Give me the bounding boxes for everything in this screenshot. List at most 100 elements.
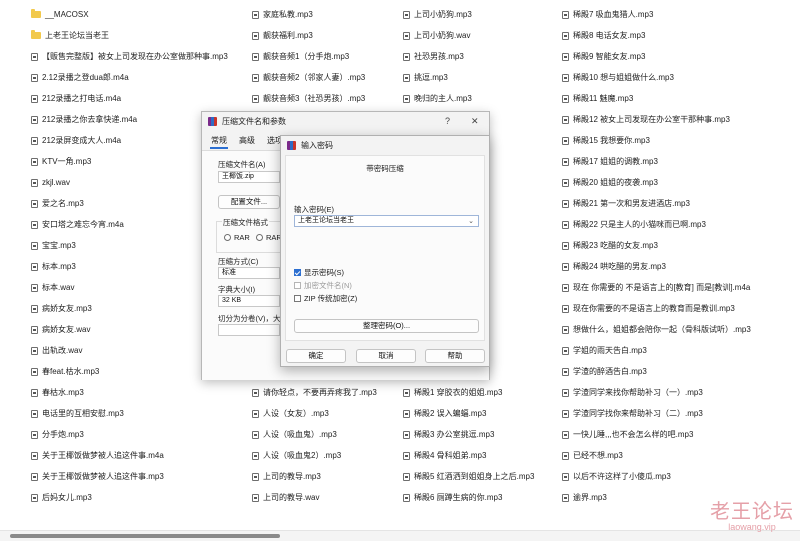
- audio-file-icon: [562, 178, 569, 187]
- file-item[interactable]: 学渣同学找你来帮助补习（二）.mp3: [562, 403, 800, 424]
- file-item[interactable]: 靓获音频1（分手炮.mp3: [252, 46, 400, 67]
- audio-file-icon: [562, 325, 569, 334]
- file-item[interactable]: 稀殿4 骨科姐弟.mp3: [403, 445, 563, 466]
- audio-file-icon: [252, 472, 259, 481]
- file-item[interactable]: 上司小奶狗.mp3: [403, 4, 563, 25]
- file-item[interactable]: 稀殿20 姐姐的夜袭.mp3: [562, 172, 800, 193]
- file-item[interactable]: 稀殿11 魅魔.mp3: [562, 88, 800, 109]
- file-item[interactable]: 稀殿17 姐姐的调教.mp3: [562, 151, 800, 172]
- file-item[interactable]: 学渣同学来找你帮助补习（一）.mp3: [562, 382, 800, 403]
- file-name: 家庭私教.mp3: [263, 10, 313, 19]
- help-icon[interactable]: ?: [445, 116, 450, 126]
- file-item[interactable]: 挑逗.mp3: [403, 67, 563, 88]
- file-item[interactable]: 稀殿12 被女上司发现在办公室干那种事.mp3: [562, 109, 800, 130]
- file-item[interactable]: 后妈女儿.mp3: [31, 487, 246, 508]
- dialog-title: 压缩文件名和参数: [222, 117, 286, 126]
- file-item[interactable]: 现在 你需要的 不是语言上的[教育] 而是[教训].m4a: [562, 277, 800, 298]
- file-item[interactable]: 上司的教导.wav: [252, 487, 400, 508]
- show-password-checkbox[interactable]: 显示密码(S): [294, 267, 344, 278]
- format-rar4-radio[interactable]: RAR: [256, 233, 282, 242]
- file-name: 人设（吸血鬼）.mp3: [263, 430, 337, 439]
- file-name: 春枯水.mp3: [42, 388, 84, 397]
- file-name: 标本.wav: [42, 283, 75, 292]
- organize-passwords-button[interactable]: 整理密码(O)...: [294, 319, 479, 333]
- dict-select[interactable]: 32 KB: [218, 295, 280, 307]
- close-icon[interactable]: ✕: [471, 116, 479, 127]
- cancel-button[interactable]: 取消: [356, 349, 416, 363]
- file-item[interactable]: 【贩售完整版】被女上司发现在办公室做那种事.mp3: [31, 46, 246, 67]
- file-item[interactable]: 分手炮.mp3: [31, 424, 246, 445]
- format-rar-radio[interactable]: RAR: [224, 233, 250, 242]
- file-item[interactable]: 电话里的互相安慰.mp3: [31, 403, 246, 424]
- file-item[interactable]: 稀殿2 误入蝙蝠.mp3: [403, 403, 563, 424]
- file-item[interactable]: 靓获福利.mp3: [252, 25, 400, 46]
- file-name: 稀殿20 姐姐的夜袭.mp3: [573, 178, 658, 187]
- file-item[interactable]: 人设（女友）.mp3: [252, 403, 400, 424]
- audio-file-icon: [31, 451, 38, 460]
- file-item[interactable]: 稀殿23 吃醋的女友.mp3: [562, 235, 800, 256]
- file-item[interactable]: 家庭私教.mp3: [252, 4, 400, 25]
- file-item[interactable]: 稀殿15 我想要你.mp3: [562, 130, 800, 151]
- file-item[interactable]: 已经不想.mp3: [562, 445, 800, 466]
- folder-item[interactable]: __MACOSX: [31, 4, 246, 25]
- file-item[interactable]: 学渣的醉酒告白.mp3: [562, 361, 800, 382]
- file-item[interactable]: 2.12录播之登dua郎.m4a: [31, 67, 246, 88]
- folder-item[interactable]: 上老王论坛当老王: [31, 25, 246, 46]
- file-item[interactable]: 以后不许这样了小傻瓜.mp3: [562, 466, 800, 487]
- method-select[interactable]: 标准: [218, 267, 280, 279]
- file-item[interactable]: 上司小奶狗.wav: [403, 25, 563, 46]
- file-item[interactable]: 靓获音频2（邻家人妻）.mp3: [252, 67, 400, 88]
- file-item[interactable]: 稀殿6 厕蹲生病的你.mp3: [403, 487, 563, 508]
- file-item[interactable]: 春枯水.mp3: [31, 382, 246, 403]
- split-input[interactable]: [218, 324, 280, 336]
- file-item[interactable]: 关于王椰饭做梦被人追这件事.m4a: [31, 445, 246, 466]
- file-name: 【贩售完整版】被女上司发现在办公室做那种事.mp3: [42, 52, 228, 61]
- file-name: 稀殿24 哄吃醋的男友.mp3: [573, 262, 666, 271]
- ok-button[interactable]: 确定: [286, 349, 346, 363]
- audio-file-icon: [562, 199, 569, 208]
- file-item[interactable]: 稀殿21 第一次和男友进酒店.mp3: [562, 193, 800, 214]
- scrollbar-thumb[interactable]: [10, 534, 280, 538]
- tab-general[interactable]: 常规: [210, 135, 228, 149]
- file-item[interactable]: 稀殿22 只是主人的小猫咪而已啊.mp3: [562, 214, 800, 235]
- chevron-down-icon[interactable]: ⌄: [468, 217, 474, 227]
- file-item[interactable]: 稀殿24 哄吃醋的男友.mp3: [562, 256, 800, 277]
- file-name: 想做什么，姐姐都会陪你一起（骨科版试听）.mp3: [573, 325, 751, 334]
- file-item[interactable]: 稀殿9 智能女友.mp3: [562, 46, 800, 67]
- file-item[interactable]: 稀殿7 吸血鬼猎人.mp3: [562, 4, 800, 25]
- file-item[interactable]: 现在你需要的不是语言上的教育而是教训.mp3: [562, 298, 800, 319]
- horizontal-scrollbar[interactable]: [0, 530, 800, 541]
- file-item[interactable]: 关于王椰饭做梦被人追这件事.mp3: [31, 466, 246, 487]
- help-button[interactable]: 帮助: [425, 349, 485, 363]
- audio-file-icon: [252, 451, 259, 460]
- file-item[interactable]: 上司的教导.mp3: [252, 466, 400, 487]
- encrypt-names-checkbox[interactable]: 加密文件名(N): [294, 280, 352, 291]
- archive-name-input[interactable]: 王椰饭.zip: [218, 171, 280, 183]
- file-item[interactable]: 稀殿10 想与姐姐做什么.mp3: [562, 67, 800, 88]
- file-item[interactable]: 晚归的主人.mp3: [403, 88, 563, 109]
- file-column-4: 稀殿7 吸血鬼猎人.mp3 稀殿8 电话女友.mp3 稀殿9 智能女友.mp3 稀殿1…: [562, 4, 800, 508]
- file-item[interactable]: 稀殿5 红酒洒到姐姐身上之后.mp3: [403, 466, 563, 487]
- file-item[interactable]: 一快儿睡,,,也不会怎么样的吧.mp3: [562, 424, 800, 445]
- file-item[interactable]: 稀殿8 电话女友.mp3: [562, 25, 800, 46]
- profiles-button[interactable]: 配置文件...: [218, 195, 280, 209]
- dialog-titlebar[interactable]: 压缩文件名和参数 ? ✕: [202, 112, 489, 131]
- file-item[interactable]: 请你轻点，不要再弄疼我了.mp3: [252, 382, 400, 403]
- file-name: 关于王椰饭做梦被人追这件事.mp3: [42, 472, 164, 481]
- file-item[interactable]: 人设（吸血鬼）.mp3: [252, 424, 400, 445]
- file-item[interactable]: 稀殿1 穿胶衣的姐姐.mp3: [403, 382, 563, 403]
- password-input[interactable]: 上老王论坛当老王 ⌄: [294, 215, 479, 227]
- file-item[interactable]: 靓获音频3（社恐男孩）.mp3: [252, 88, 400, 109]
- file-item[interactable]: 社恐男孩.mp3: [403, 46, 563, 67]
- zip-legacy-checkbox[interactable]: ZIP 传统加密(Z): [294, 293, 357, 304]
- zip-legacy-label: ZIP 传统加密(Z): [304, 294, 358, 303]
- file-item[interactable]: 212录播之打电话.m4a: [31, 88, 246, 109]
- file-item[interactable]: 人设（吸血鬼2）.mp3: [252, 445, 400, 466]
- file-item[interactable]: 稀殿3 办公室挑逗.mp3: [403, 424, 563, 445]
- password-dialog-titlebar[interactable]: 输入密码: [281, 136, 489, 154]
- file-item[interactable]: 想做什么，姐姐都会陪你一起（骨科版试听）.mp3: [562, 319, 800, 340]
- tab-advanced[interactable]: 高级: [238, 135, 256, 149]
- file-item[interactable]: 学姐的雨天告白.mp3: [562, 340, 800, 361]
- audio-file-icon: [31, 325, 38, 334]
- audio-file-icon: [562, 409, 569, 418]
